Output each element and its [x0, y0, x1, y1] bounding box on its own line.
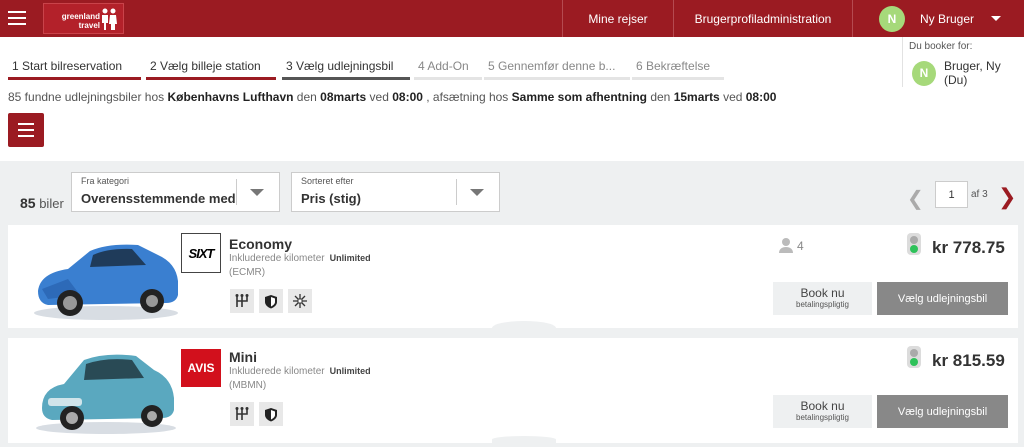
summary-pickup: Københavns Lufthavn [167, 90, 294, 104]
summary-text: den [647, 90, 674, 104]
book-now-sublabel: betalingspligtig [796, 300, 849, 309]
avatar: N [879, 5, 905, 32]
step-5: 5 Gennemfør denne b... [484, 58, 630, 80]
car-image [34, 244, 178, 320]
car-code: (MBMN) [229, 380, 267, 391]
menu-icon[interactable] [8, 11, 26, 25]
logo-figures-icon [102, 8, 117, 30]
chevron-down-icon [250, 189, 264, 196]
traffic-light-icon [907, 346, 921, 368]
km-value: Unlimited [329, 253, 371, 263]
step-2[interactable]: 2 Vælg billeje station [146, 58, 276, 80]
filter-icon-line [18, 129, 34, 131]
filter-icon [18, 123, 34, 125]
summary-dropoff-time: 08:00 [745, 90, 777, 104]
chevron-down-icon [991, 16, 1002, 21]
book-now-label: Book nu [800, 399, 845, 413]
summary-text: 85 fundne udlejningsbiler hos [8, 90, 168, 104]
km-value: Unlimited [329, 366, 371, 376]
step-4: 4 Add-On [414, 58, 482, 80]
expand-handle[interactable] [492, 321, 556, 335]
price: kr 778.75 [932, 238, 1005, 257]
avis-logo: AVIS [181, 349, 221, 387]
avatar: N [912, 60, 936, 86]
sort-value: Pris (stig) [301, 191, 361, 206]
sort-select[interactable]: Sorteret efter Pris (stig) [291, 172, 500, 212]
booking-for-label: Du booker for: [909, 41, 973, 52]
page-input[interactable]: 1 [935, 181, 968, 208]
km-info: Inkluderede kilometer Unlimited [229, 366, 371, 377]
car-image [36, 354, 176, 434]
sort-label: Sorteret efter [301, 176, 354, 186]
result-count: 85 biler [20, 195, 64, 211]
person-icon [779, 238, 793, 253]
search-summary: 85 fundne udlejningsbiler hos Københavns… [8, 90, 776, 104]
page-total: af 3 [971, 189, 988, 200]
category-select[interactable]: Fra kategori Overensstemmende med pr [71, 172, 280, 212]
seat-count-value: 4 [797, 239, 804, 253]
book-now-button[interactable]: Book nu betalingspligtig [773, 395, 872, 428]
car-code: (ECMR) [229, 267, 266, 278]
summary-text: den [293, 90, 321, 104]
filter-icon-line [18, 135, 34, 137]
step-1[interactable]: 1 Start bilreservation [8, 58, 141, 80]
logo-text: greenland travel [61, 12, 100, 30]
result-count-unit: biler [39, 196, 64, 211]
chevron-left-icon[interactable]: ❮ [907, 186, 924, 211]
step-3: 3 Vælg udlejningsbil [282, 58, 410, 80]
shield-icon [259, 402, 283, 426]
choose-car-button[interactable]: Vælg udlejningsbil [877, 395, 1008, 428]
car-card: SIXT Economy Inkluderede kilometer Unlimi… [8, 225, 1018, 335]
seat-count: 4 [778, 237, 804, 253]
choose-car-button[interactable]: Vælg udlejningsbil [877, 282, 1008, 315]
km-label: Inkluderede kilometer [229, 253, 325, 264]
sixt-logo: SIXT [181, 233, 221, 273]
summary-pickup-date: 08marts [320, 90, 367, 104]
car-card: AVIS Mini Inkluderede kilometer Unlimited… [8, 338, 1018, 443]
filter-button[interactable] [8, 113, 44, 147]
chevron-right-icon[interactable]: ❯ [998, 184, 1016, 210]
step-6: 6 Bekræftelse [632, 58, 724, 80]
category-label: Fra kategori [81, 176, 130, 186]
summary-text: ved [719, 90, 746, 104]
summary-text: , afsætning hos [422, 90, 512, 104]
top-bar: greenland travel Mine rejser Brugerprofi… [0, 0, 1024, 37]
gearshift-icon [230, 402, 254, 426]
booking-steps: 1 Start bilreservation 2 Vælg billeje st… [8, 58, 724, 80]
nav-my-trips[interactable]: Mine rejser [562, 0, 673, 37]
km-label: Inkluderede kilometer [229, 366, 325, 377]
price: kr 815.59 [932, 351, 1005, 370]
traffic-light-icon [907, 233, 921, 255]
summary-dropoff: Samme som afhentning [511, 90, 647, 104]
car-category: Economy [229, 236, 293, 252]
gearshift-icon [230, 289, 254, 313]
book-now-sublabel: betalingspligtig [796, 413, 849, 422]
booking-for-user: N Bruger, Ny (Du) [912, 59, 1024, 87]
booking-for-name: Bruger, Ny (Du) [944, 59, 1001, 87]
greenland-travel-logo[interactable]: greenland travel [43, 3, 124, 34]
book-now-button[interactable]: Book nu betalingspligtig [773, 282, 872, 315]
category-value: Overensstemmende med pr [81, 191, 237, 206]
summary-dropoff-date: 15marts [673, 90, 720, 104]
nav-profile-admin[interactable]: Brugerprofiladministration [673, 0, 852, 37]
summary-text: ved [366, 90, 393, 104]
chevron-down-icon [470, 189, 484, 196]
book-now-label: Book nu [800, 286, 845, 300]
summary-pickup-time: 08:00 [392, 90, 423, 104]
expand-handle[interactable] [492, 436, 556, 443]
air-conditioning-icon [288, 289, 312, 313]
km-info: Inkluderede kilometer Unlimited [229, 253, 371, 264]
car-category: Mini [229, 349, 257, 365]
divider [902, 37, 903, 87]
user-name: Ny Bruger [920, 11, 975, 26]
shield-icon [259, 289, 283, 313]
user-menu[interactable]: N Ny Bruger [852, 0, 1024, 37]
result-count-number: 85 [20, 195, 36, 211]
select-divider [456, 179, 457, 205]
select-divider [236, 179, 237, 205]
